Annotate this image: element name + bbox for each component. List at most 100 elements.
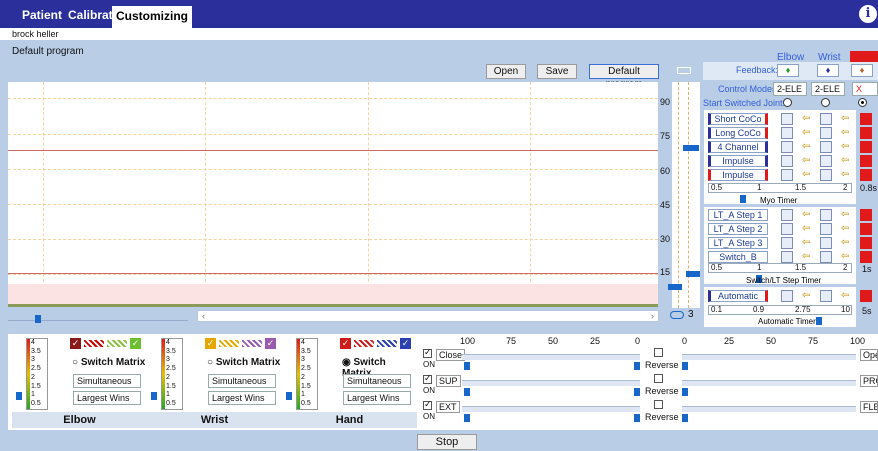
auto-hand-indicator[interactable] (860, 290, 872, 302)
motion-speed-slider-left[interactable] (462, 354, 640, 360)
start-joint-wrist-radio[interactable] (821, 98, 830, 107)
assign-elbow-checkbox[interactable] (781, 169, 793, 181)
threshold-handle-upper[interactable] (683, 145, 699, 151)
motion-enable-checkbox[interactable]: ✓ (423, 347, 432, 358)
switch-matrix-radio[interactable]: ○ Switch Matrix (72, 357, 145, 368)
control-mode-wrist[interactable]: 2-ELE (811, 82, 845, 96)
assign-hand-indicator[interactable] (860, 155, 872, 167)
slider-knob[interactable] (464, 414, 470, 422)
threshold-handle-lower[interactable] (686, 271, 700, 277)
mode-dropdown[interactable]: Simultaneous (73, 374, 141, 388)
start-joint-hand-radio[interactable] (858, 98, 867, 107)
level-knob[interactable] (151, 392, 157, 400)
lt-elbow-checkbox[interactable] (781, 209, 793, 221)
assign-wrist-checkbox[interactable] (820, 113, 832, 125)
assign-wrist-checkbox[interactable] (820, 169, 832, 181)
stop-button[interactable]: Stop (417, 434, 477, 450)
lt-wrist-checkbox[interactable] (820, 237, 832, 249)
threshold-handle-noise[interactable] (668, 284, 682, 290)
slider-knob[interactable] (682, 388, 688, 396)
slider-knob[interactable] (682, 414, 688, 422)
coco-impulse-2[interactable]: Impulse (708, 169, 768, 181)
default-program-button[interactable]: Default program (589, 64, 659, 90)
slider-knob[interactable] (634, 414, 640, 422)
scroll-indicator-icon[interactable] (670, 311, 684, 319)
myo-timer-scale[interactable]: 0.5 1 1.5 2 (708, 183, 852, 193)
switch-matrix-radio[interactable]: ○ Switch Matrix (207, 357, 280, 368)
coco-impulse-1[interactable]: Impulse (708, 155, 768, 167)
motion-speed-slider-right[interactable] (682, 354, 856, 360)
zoom-slider-knob[interactable] (35, 315, 41, 323)
coco-4channel[interactable]: 4 Channel (708, 141, 768, 153)
reverse-checkbox[interactable] (654, 374, 663, 383)
info-icon[interactable]: i (859, 5, 877, 23)
save-button[interactable]: Save (537, 64, 577, 79)
level-knob[interactable] (286, 392, 292, 400)
lt-elbow-checkbox[interactable] (781, 223, 793, 235)
lt-hand-indicator[interactable] (860, 209, 872, 221)
assign-hand-indicator[interactable] (860, 127, 872, 139)
open-button[interactable]: Open (486, 64, 526, 79)
switch-timer-scale[interactable]: 0.5 1 1.5 2 (708, 263, 852, 273)
motion-speed-slider-right[interactable] (682, 406, 856, 412)
assign-wrist-checkbox[interactable] (820, 127, 832, 139)
strategy-dropdown[interactable]: Largest Wins (343, 391, 411, 405)
assign-hand-indicator[interactable] (860, 113, 872, 125)
control-mode-elbow[interactable]: 2-ELE (773, 82, 807, 96)
mode-dropdown[interactable]: Simultaneous (343, 374, 411, 388)
slider-knob[interactable] (464, 388, 470, 396)
slider-knob[interactable] (464, 362, 470, 370)
slider-knob[interactable] (634, 388, 640, 396)
assign-elbow-checkbox[interactable] (781, 127, 793, 139)
assign-elbow-checkbox[interactable] (781, 141, 793, 153)
lt-wrist-checkbox[interactable] (820, 223, 832, 235)
lt-step-2[interactable]: LT_A Step 2 (708, 223, 768, 235)
reverse-checkbox[interactable] (654, 348, 663, 357)
coco-long[interactable]: Long CoCo (708, 127, 768, 139)
lt-wrist-checkbox[interactable] (820, 209, 832, 221)
lt-hand-indicator[interactable] (860, 237, 872, 249)
feedback-hand-icon[interactable]: ♦ (851, 64, 873, 77)
motion-speed-slider-left[interactable] (462, 380, 640, 386)
auto-wrist-checkbox[interactable] (820, 290, 832, 302)
strategy-dropdown[interactable]: Largest Wins (73, 391, 141, 405)
feedback-wrist-icon[interactable]: ♦ (817, 64, 839, 77)
auto-timer-scale[interactable]: 0.1 0.9 2.75 10 (708, 305, 852, 315)
lt-hand-indicator[interactable] (860, 251, 872, 263)
mode-dropdown[interactable]: Simultaneous (208, 374, 276, 388)
tab-customizing[interactable]: Customizing (112, 6, 192, 28)
control-mode-hand[interactable]: X (852, 82, 878, 96)
motion-speed-slider-left[interactable] (462, 406, 640, 412)
horizontal-scrollbar[interactable]: ‹ › (197, 310, 659, 322)
lt-step-3[interactable]: LT_A Step 3 (708, 237, 768, 249)
channel-toggles[interactable]: ✓ ✓ (70, 338, 141, 351)
automatic-mode[interactable]: Automatic (708, 290, 768, 302)
myo-timer-knob[interactable] (740, 195, 746, 203)
auto-timer-knob[interactable] (816, 317, 822, 325)
lt-elbow-checkbox[interactable] (781, 237, 793, 249)
assign-elbow-checkbox[interactable] (781, 113, 793, 125)
motion-speed-slider-right[interactable] (682, 380, 856, 386)
strategy-dropdown[interactable]: Largest Wins (208, 391, 276, 405)
lt-elbow-checkbox[interactable] (781, 251, 793, 263)
coco-short[interactable]: Short CoCo (708, 113, 768, 125)
motion-enable-checkbox[interactable]: ✓ (423, 373, 432, 384)
assign-hand-indicator[interactable] (860, 169, 872, 181)
slider-knob[interactable] (634, 362, 640, 370)
lt-step-1[interactable]: LT_A Step 1 (708, 209, 768, 221)
assign-elbow-checkbox[interactable] (781, 155, 793, 167)
start-joint-elbow-radio[interactable] (783, 98, 792, 107)
lt-wrist-checkbox[interactable] (820, 251, 832, 263)
lt-hand-indicator[interactable] (860, 223, 872, 235)
level-knob[interactable] (16, 392, 22, 400)
auto-elbow-checkbox[interactable] (781, 290, 793, 302)
tab-patient[interactable]: Patient (22, 8, 62, 22)
feedback-elbow-icon[interactable]: ♦ (777, 64, 799, 77)
channel-toggles[interactable]: ✓ ✓ (205, 338, 276, 351)
motion-enable-checkbox[interactable]: ✓ (423, 399, 432, 410)
reverse-checkbox[interactable] (654, 400, 663, 409)
assign-wrist-checkbox[interactable] (820, 155, 832, 167)
slider-knob[interactable] (682, 362, 688, 370)
assign-wrist-checkbox[interactable] (820, 141, 832, 153)
assign-hand-indicator[interactable] (860, 141, 872, 153)
